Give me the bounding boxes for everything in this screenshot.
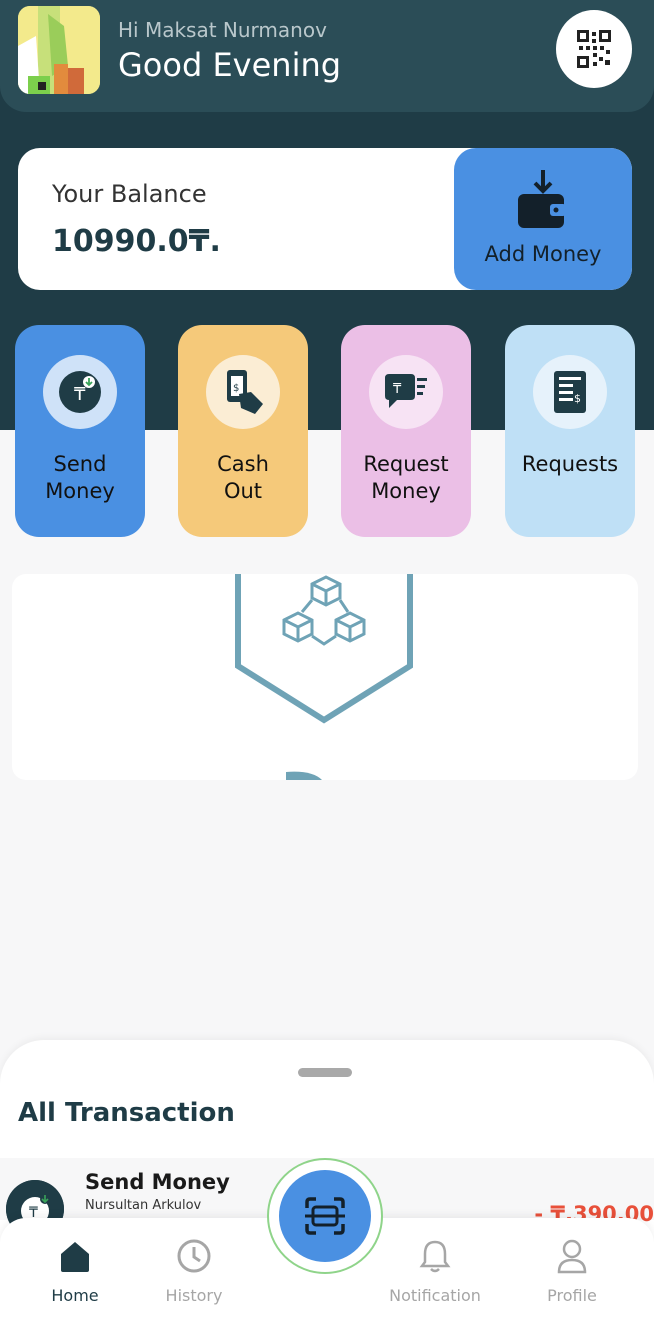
requests-list-icon: $ <box>533 355 607 429</box>
scan-icon <box>305 1197 345 1235</box>
cash-out-button[interactable]: $ Cash Out <box>178 325 308 537</box>
nav-home[interactable]: Home <box>15 1218 135 1318</box>
send-money-label: Send Money <box>45 452 115 503</box>
add-money-button[interactable]: Add Money <box>454 148 632 290</box>
send-money-icon: ₸ <box>43 355 117 429</box>
qr-code-icon <box>577 30 611 68</box>
qr-code-button[interactable] <box>556 10 632 88</box>
cash-out-label: Cash Out <box>217 452 269 503</box>
greeting-text: Hi Maksat Nurmanov <box>118 18 327 42</box>
svg-text:₸: ₸ <box>393 382 402 397</box>
bell-icon <box>419 1240 451 1273</box>
svg-text:₸: ₸ <box>74 384 86 405</box>
profile-icon <box>557 1239 587 1274</box>
request-money-label: Request Money <box>363 452 449 503</box>
cash-out-icon: $ <box>206 355 280 429</box>
transaction-title: Send Money <box>85 1170 230 1194</box>
request-money-icon: ₸ <box>369 355 443 429</box>
promo-banner[interactable] <box>12 574 638 780</box>
nav-notification[interactable]: Notification <box>375 1218 495 1318</box>
request-money-button[interactable]: ₸ Request Money <box>341 325 471 537</box>
history-icon <box>177 1239 211 1273</box>
home-icon <box>61 1242 89 1272</box>
transaction-subtitle: Nursultan Arkulov <box>85 1198 202 1213</box>
requests-label: Requests <box>521 452 619 476</box>
avatar[interactable] <box>18 6 100 94</box>
balance-card: Your Balance 10990.0₸. Add Money <box>18 148 632 290</box>
wallet-download-icon <box>518 170 566 228</box>
sheet-drag-handle[interactable] <box>298 1068 352 1077</box>
nav-profile[interactable]: Profile <box>512 1218 632 1318</box>
nav-home-label: Home <box>51 1286 99 1305</box>
transactions-title: All Transaction <box>18 1098 235 1128</box>
nav-notification-label: Notification <box>389 1286 481 1305</box>
balance-value: 10990.0₸. <box>52 224 221 259</box>
nav-profile-label: Profile <box>547 1286 597 1305</box>
app-header: Hi Maksat Nurmanov Good Evening <box>0 0 654 112</box>
svg-text:$: $ <box>233 383 239 394</box>
scan-button[interactable] <box>279 1170 371 1262</box>
nav-history[interactable]: History <box>134 1218 254 1318</box>
salutation-text: Good Evening <box>118 46 342 84</box>
nav-history-label: History <box>165 1286 223 1305</box>
svg-text:$: $ <box>574 392 581 405</box>
send-money-button[interactable]: ₸ Send Money <box>15 325 145 537</box>
requests-button[interactable]: $ Requests <box>505 325 635 537</box>
add-money-label: Add Money <box>484 242 602 266</box>
balance-label: Your Balance <box>52 180 207 208</box>
blockchain-banner-graphic <box>235 574 413 780</box>
